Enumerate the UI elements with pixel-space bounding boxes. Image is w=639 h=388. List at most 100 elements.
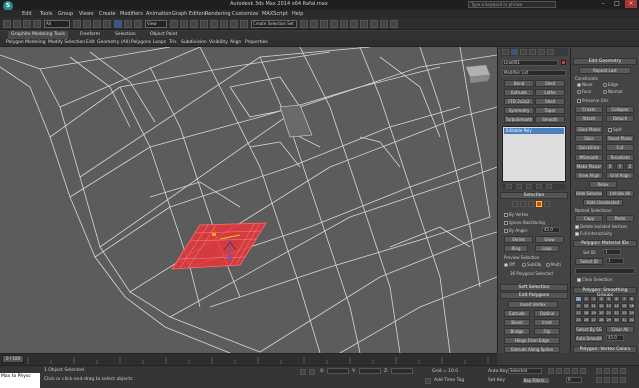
smoothing-group-21[interactable]: 21 (605, 310, 613, 316)
ribbon-edit[interactable]: Edit (86, 39, 95, 47)
maxscript-listener-field[interactable]: Max to Physc (0, 373, 40, 388)
smoothing-group-6[interactable]: 6 (613, 296, 620, 302)
by-vertex-checkbox[interactable]: By Vertex (504, 212, 528, 217)
symmetry-button[interactable]: Symmetry (504, 107, 534, 114)
key-filters-button[interactable]: Key Filters... (522, 377, 550, 384)
modifier-list-dropdown[interactable]: Modifier List (502, 70, 566, 76)
edge-mode-icon[interactable] (520, 201, 526, 207)
smoothing-group-10[interactable]: 10 (582, 303, 590, 309)
ribbon-visibility[interactable]: Visibility (209, 39, 228, 47)
snap-toggle-icon[interactable] (200, 20, 208, 28)
link-icon[interactable] (23, 20, 31, 28)
modify-tab-icon[interactable] (511, 49, 518, 55)
menu-views[interactable]: Views (79, 10, 93, 18)
z-coord-field[interactable] (391, 368, 413, 374)
material-ids-rollout-header[interactable]: Polygon: Material IDs (573, 240, 637, 247)
insert-vertex-button[interactable]: Insert Vertex (508, 301, 558, 308)
previous-frame-icon[interactable] (556, 368, 562, 374)
smoothing-group-11[interactable]: 11 (590, 303, 598, 309)
taper-button[interactable]: Taper (535, 107, 565, 114)
edit-polygons-rollout-header[interactable]: Edit Polygons (500, 292, 568, 299)
smoothing-group-25[interactable]: 25 (575, 317, 582, 323)
ribbon-properties[interactable]: Properties (245, 39, 268, 47)
view-align-button[interactable]: View Align (575, 172, 603, 179)
smoothing-group-4[interactable]: 4 (597, 296, 605, 302)
smoothing-group-24[interactable]: 24 (628, 310, 636, 316)
create-button[interactable]: Create (575, 106, 603, 113)
smoothing-groups-rollout-header[interactable]: Polygon: Smoothing Groups (573, 287, 637, 298)
loop-button[interactable]: Loop (535, 245, 559, 252)
constraint-edge-radio[interactable]: Edge (603, 82, 618, 87)
hinge-from-edge-button[interactable]: Hinge From Edge (504, 337, 560, 344)
smoothing-group-30[interactable]: 30 (613, 317, 620, 323)
menu-graph-editors[interactable]: Graph Editors (172, 10, 206, 18)
relax-button[interactable]: Relax (589, 181, 617, 188)
utilities-tab-icon[interactable] (547, 49, 554, 55)
edit-geometry-rollout-header[interactable]: Edit Geometry (573, 58, 637, 65)
menu-edit[interactable]: Edit (22, 10, 32, 18)
split-checkbox[interactable]: Split (608, 127, 622, 132)
smooth-button[interactable]: Smooth (535, 116, 565, 123)
tab-graphite-modeling-tools[interactable]: Graphite Modeling Tools (8, 31, 69, 39)
hide-selected-button[interactable]: Hide Selected (575, 190, 603, 197)
shell-button-2[interactable]: Shell (535, 98, 565, 105)
ribbon-align[interactable]: Align (230, 39, 241, 47)
material-name-dropdown[interactable] (575, 268, 635, 274)
ribbon-modify-selection[interactable]: Modify Selection (48, 39, 85, 47)
lathe-button[interactable]: Lathe (535, 89, 565, 96)
maximize-button[interactable]: □ (611, 0, 623, 8)
smoothing-group-17[interactable]: 17 (575, 310, 582, 316)
smoothing-group-19[interactable]: 19 (590, 310, 598, 316)
spinner-snap-icon[interactable] (230, 20, 238, 28)
vertex-colors-rollout-header[interactable]: Polygon: Vertex Colors (573, 346, 637, 353)
field-of-view-icon[interactable] (596, 377, 602, 383)
graphite-toggle-icon[interactable] (330, 20, 338, 28)
select-object-icon[interactable] (73, 20, 81, 28)
pivot-icon[interactable] (170, 20, 178, 28)
slice-button[interactable]: Slice (575, 135, 603, 142)
select-manipulate-icon[interactable] (180, 20, 188, 28)
close-button[interactable]: × (625, 0, 637, 8)
auto-smooth-spinner[interactable]: 45.0 (606, 335, 624, 341)
ignore-backfacing-checkbox[interactable]: Ignore Backfacing (504, 220, 545, 225)
clear-all-button[interactable]: Clear All (606, 326, 634, 333)
vertex-mode-icon[interactable] (512, 201, 518, 207)
zoom-all-icon[interactable] (604, 368, 610, 374)
zoom-extents-icon[interactable] (612, 368, 618, 374)
smoothing-group-18[interactable]: 18 (582, 310, 590, 316)
next-frame-icon[interactable] (572, 368, 578, 374)
rotate-icon[interactable] (124, 20, 132, 28)
stack-item-editable-poly[interactable]: Editable Poly (504, 128, 564, 134)
menu-customize[interactable]: Customize (232, 10, 258, 18)
display-tab-icon[interactable] (538, 49, 545, 55)
smoothing-group-2[interactable]: 2 (582, 296, 590, 302)
align-icon[interactable] (310, 20, 318, 28)
mirror-icon[interactable] (300, 20, 308, 28)
select-id-spinner[interactable]: 1 (606, 258, 624, 264)
timeline[interactable]: 0 / 100 (0, 353, 497, 365)
shrink-button[interactable]: Shrink (504, 236, 533, 243)
rect-selection-icon[interactable] (93, 20, 101, 28)
msmooth-button[interactable]: MSmooth (575, 154, 603, 161)
pin-stack-icon[interactable] (506, 184, 512, 189)
auto-smooth-button[interactable]: Auto Smooth (575, 335, 603, 342)
set-key-button[interactable]: Set Key (488, 378, 505, 383)
menu-maxscript[interactable]: MAXScript (262, 10, 288, 18)
bridge-button[interactable]: Bridge (504, 328, 530, 335)
ribbon-loops[interactable]: Loops (153, 39, 166, 47)
smoothing-group-13[interactable]: 13 (605, 303, 613, 309)
smoothing-group-27[interactable]: 27 (590, 317, 598, 323)
smoothing-group-22[interactable]: 22 (613, 310, 620, 316)
full-interactivity-checkbox[interactable]: Full Interactivity (575, 231, 612, 236)
hierarchy-tab-icon[interactable] (520, 49, 527, 55)
menu-help[interactable]: Help (292, 10, 303, 18)
smoothing-group-8[interactable]: 8 (628, 296, 636, 302)
planar-z-button[interactable]: Z (626, 163, 634, 170)
smoothing-group-9[interactable]: 9 (575, 303, 582, 309)
zoom-extents-all-icon[interactable] (620, 368, 626, 374)
window-crossing-icon[interactable] (103, 20, 111, 28)
make-planar-button[interactable]: Make Planar (575, 163, 603, 170)
shell-button[interactable]: Shell (535, 80, 565, 87)
smoothing-group-23[interactable]: 23 (620, 310, 628, 316)
play-icon[interactable] (564, 368, 570, 374)
